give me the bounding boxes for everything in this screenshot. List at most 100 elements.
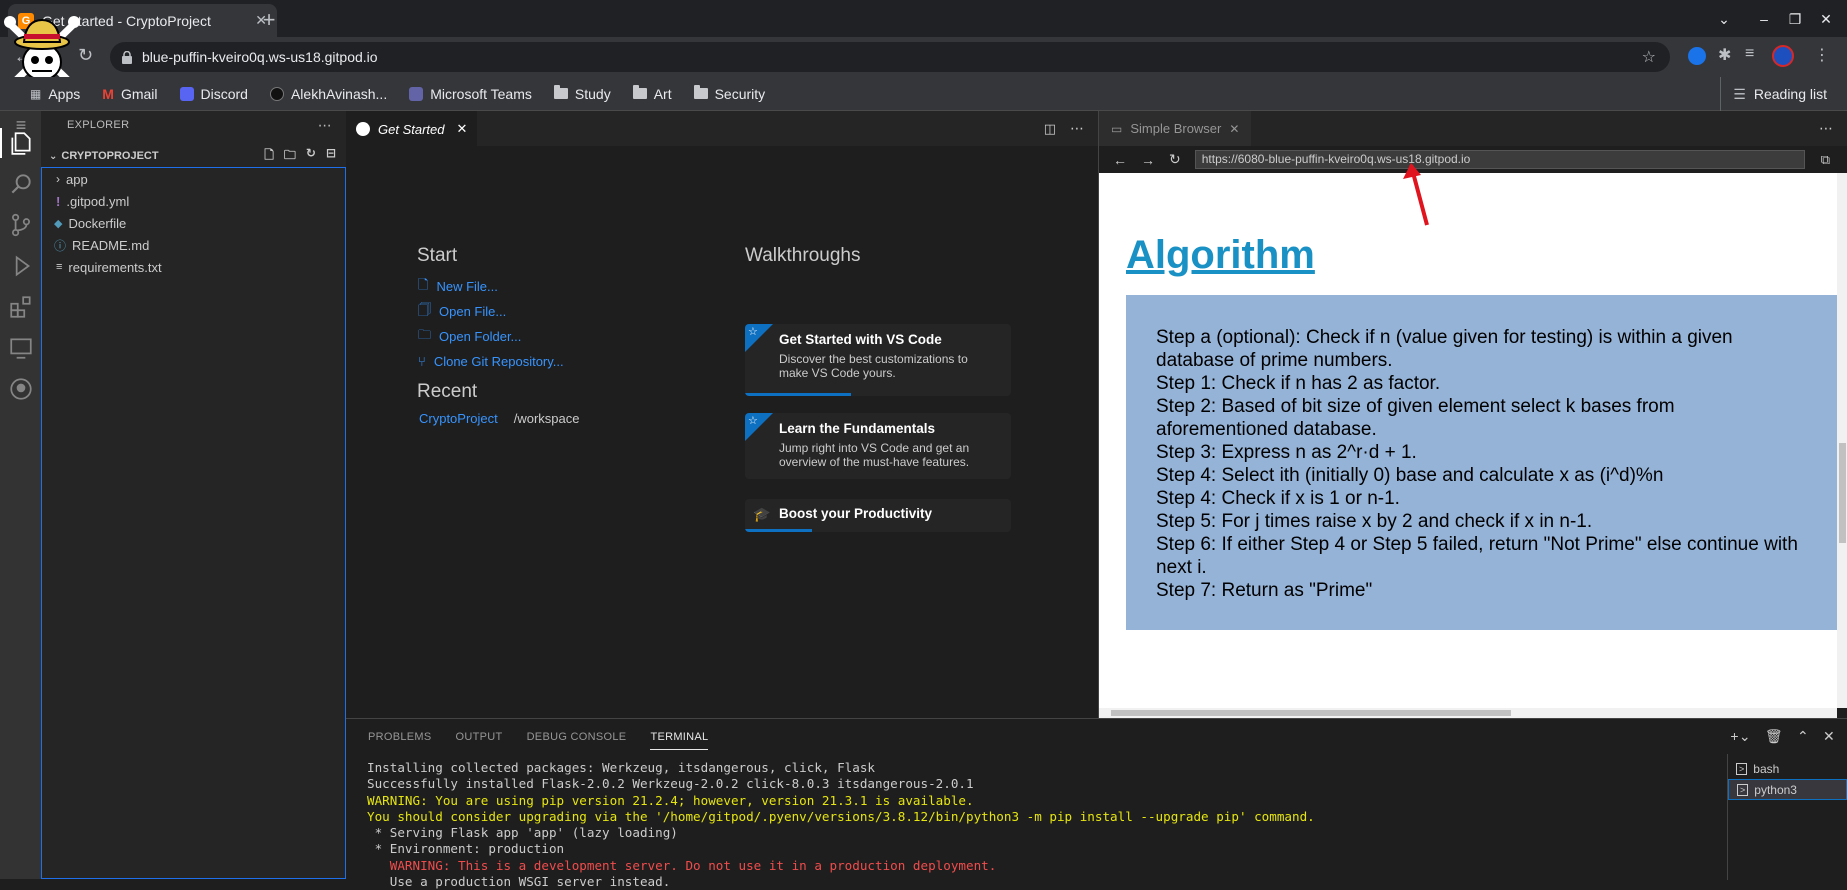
clone-repo-link[interactable]: ⑂ Clone Git Repository... [418, 349, 618, 374]
close-icon[interactable]: ✕ [456, 121, 467, 137]
more-actions-icon[interactable]: ⋯ [1070, 120, 1084, 137]
terminal-line: * Serving Flask app 'app' (lazy loading) [367, 825, 678, 841]
tree-item-requirements[interactable]: ≡ requirements.txt [42, 256, 345, 278]
bookmark-label: Apps [48, 85, 81, 102]
close-icon[interactable]: ✕ [1229, 122, 1239, 136]
walkthroughs-heading: Walkthroughs [745, 245, 861, 266]
source-control-icon[interactable] [8, 212, 34, 238]
tab-problems[interactable]: PROBLEMS [368, 731, 432, 743]
tree-item-gitpod-yml[interactable]: ! .gitpod.yml [42, 190, 345, 212]
github-icon[interactable] [8, 376, 34, 402]
close-window-button[interactable]: ✕ [1815, 8, 1837, 30]
terminal-item-python3[interactable]: > python3 [1728, 779, 1847, 800]
bookmark-apps[interactable]: ▦ Apps [30, 86, 80, 102]
bookmark-folder-art[interactable]: Art [632, 85, 672, 102]
walkthrough-card[interactable]: ☆ Learn the Fundamentals Jump right into… [745, 413, 1011, 479]
tab-output[interactable]: OUTPUT [456, 731, 503, 743]
terminal-output[interactable]: Installing collected packages: Werkzeug,… [367, 760, 1727, 890]
gitpod-logo-icon [356, 122, 370, 136]
collapse-all-icon[interactable]: ⊟ [326, 146, 336, 167]
source-control-icon: ⑂ [418, 354, 426, 369]
recent-project-path: /workspace [513, 411, 580, 426]
terminal-line: Installing collected packages: Werkzeug,… [367, 760, 875, 775]
reload-icon[interactable]: ↻ [1169, 151, 1181, 168]
algorithm-step: Step 1: Check if n has 2 as factor. [1156, 373, 1441, 394]
activity-bar: ≡ [0, 111, 41, 879]
bookmark-github[interactable]: AlekhAvinash... [269, 85, 388, 102]
algorithm-step: Step 2: Based of bit size of given eleme… [1156, 396, 1675, 440]
folder-icon [632, 85, 647, 99]
discord-icon [179, 86, 194, 101]
bookmark-folder-security[interactable]: Security [693, 85, 765, 102]
forward-icon[interactable]: → [1141, 152, 1155, 168]
simple-browser-url-input[interactable]: https://6080-blue-puffin-kveiro0q.ws-us1… [1194, 150, 1805, 169]
bookmark-folder-study[interactable]: Study [553, 85, 611, 102]
remote-explorer-icon[interactable] [8, 335, 34, 361]
project-name: CRYPTOPROJECT [61, 150, 159, 162]
back-icon[interactable]: ← [1113, 152, 1127, 168]
tree-item-readme[interactable]: ⓘ README.md [42, 234, 345, 256]
minimize-button[interactable]: – [1753, 8, 1775, 30]
star-icon: ☆ [748, 326, 758, 338]
recent-project-link[interactable]: CryptoProject [419, 411, 498, 426]
extension-icon[interactable] [1688, 47, 1706, 65]
new-folder-icon[interactable]: 🗀 [284, 146, 296, 167]
close-panel-icon[interactable]: ✕ [1823, 728, 1835, 745]
extensions-puzzle-icon[interactable]: ✱ [1718, 45, 1731, 65]
mortarboard-icon: 🎓 [753, 506, 771, 522]
bookmark-label: Gmail [120, 85, 158, 102]
new-file-icon[interactable]: 🗋 [264, 146, 274, 167]
chrome-menu-icon[interactable]: ⋮ [1814, 45, 1830, 65]
reading-list-icon: ☰ [1733, 85, 1746, 102]
extensions-icon[interactable] [8, 294, 34, 320]
refresh-icon[interactable]: ↻ [306, 146, 316, 167]
bookmark-gmail[interactable]: M Gmail [102, 86, 157, 102]
restore-button[interactable]: ❐ [1784, 8, 1806, 30]
bookmark-teams[interactable]: Microsoft Teams [409, 86, 532, 102]
github-icon [269, 86, 284, 101]
search-icon[interactable] [8, 171, 34, 197]
more-actions-icon[interactable]: ⋯ [318, 117, 332, 134]
link-label: Open File... [439, 304, 507, 319]
walkthrough-card[interactable]: ☆ Get Started with VS Code Discover the … [745, 324, 1011, 396]
new-tab-button[interactable]: + [256, 8, 282, 34]
horizontal-scrollbar[interactable] [1099, 708, 1837, 718]
bookmark-star-icon[interactable]: ☆ [1642, 47, 1656, 67]
tab-terminal[interactable]: TERMINAL [650, 731, 709, 750]
vertical-scrollbar[interactable] [1837, 173, 1847, 708]
maximize-panel-icon[interactable]: ⌃ [1797, 728, 1809, 745]
run-debug-icon[interactable] [8, 253, 34, 279]
trash-icon[interactable]: 🗑 [1765, 728, 1783, 745]
address-bar[interactable]: blue-puffin-kveiro0q.ws-us18.gitpod.io ☆ [110, 42, 1670, 72]
tree-item-label: app [66, 171, 88, 187]
reading-list-button[interactable]: ☰ Reading list [1720, 77, 1827, 111]
media-control-icon[interactable]: ≡ [1745, 45, 1754, 63]
open-folder-link[interactable]: 🗀 Open Folder... [418, 324, 618, 349]
open-file-link[interactable]: 🗍 Open File... [418, 299, 618, 324]
open-in-browser-icon[interactable]: ⧉ [1821, 152, 1830, 168]
tree-item-app[interactable]: › app [42, 168, 345, 190]
profile-avatar[interactable] [1772, 45, 1794, 67]
tree-item-dockerfile[interactable]: ◆ Dockerfile [42, 212, 345, 234]
bookmark-discord[interactable]: Discord [179, 86, 248, 102]
explorer-sidebar: EXPLORER ⋯ ⌄ CRYPTOPROJECT 🗋 🗀 ↻ ⊟ › app… [41, 111, 346, 879]
more-actions-icon[interactable]: ⋯ [1819, 120, 1833, 137]
terminal-item-bash[interactable]: > bash [1728, 758, 1847, 779]
tab-search-icon[interactable]: ⌄ [1713, 8, 1735, 30]
editor-tab-bar: ▭ Simple Browser ✕ ⋯ [1099, 111, 1847, 146]
project-section-header[interactable]: ⌄ CRYPTOPROJECT 🗋 🗀 ↻ ⊟ [41, 145, 346, 167]
bookmark-label: AlekhAvinash... [290, 85, 388, 102]
folder-icon: 🗀 [418, 326, 432, 342]
split-editor-icon[interactable]: ◫ [1044, 121, 1056, 137]
page-heading: Algorithm [1126, 233, 1315, 277]
tab-simple-browser[interactable]: ▭ Simple Browser ✕ [1099, 111, 1252, 146]
tab-debug-console[interactable]: DEBUG CONSOLE [527, 731, 627, 743]
walkthrough-card[interactable]: 🎓 Boost your Productivity [745, 499, 1011, 532]
algorithm-steps-box: Step a (optional): Check if n (value giv… [1126, 295, 1837, 630]
new-file-link[interactable]: 🗋 New File... [418, 274, 618, 299]
explorer-icon[interactable] [8, 130, 34, 156]
new-terminal-icon[interactable]: +⌄ [1730, 728, 1751, 745]
tab-get-started[interactable]: Get Started ✕ [346, 111, 478, 146]
walkthrough-title: Boost your Productivity [779, 506, 933, 521]
walkthrough-progress [745, 393, 852, 396]
